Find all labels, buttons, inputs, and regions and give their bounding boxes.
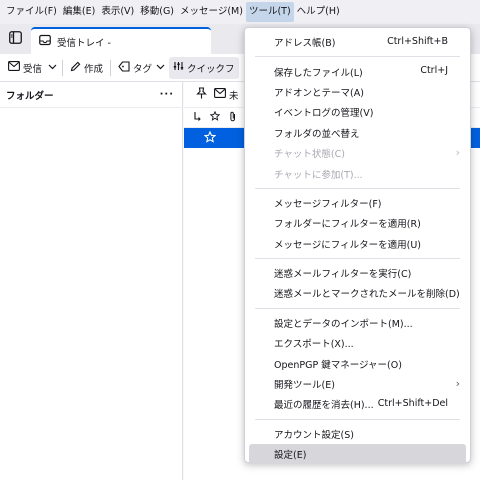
write-label: 作成 — [84, 63, 104, 75]
chevron-down-icon — [48, 62, 57, 73]
menu-item-label: 迷惑メールとマークされたメールを削除(D) — [274, 289, 460, 301]
menu-item-label: 最近の履歴を消去(H)... — [274, 400, 374, 412]
tag-label: タグ — [133, 63, 153, 75]
sidebar-icon — [8, 31, 22, 47]
tab-label: 受信トレイ - — [57, 37, 111, 49]
menu-item-message-filters[interactable]: メッセージフィルター(F) — [245, 193, 470, 213]
tag-icon — [118, 60, 130, 75]
menu-item-label: 設定とデータのインポート(M)... — [274, 318, 413, 330]
menu-item-join-chat[interactable]: チャットに参加(T)... — [245, 163, 470, 183]
chevron-right-icon: › — [455, 376, 460, 390]
menu-item-label: チャットに参加(T)... — [274, 169, 363, 181]
menu-item-chat-status[interactable]: チャット状態(C) › — [245, 143, 470, 163]
menu-item-label: フォルダーにフィルターを適用(R) — [274, 219, 421, 231]
menu-item-addons-themes[interactable]: アドオンとテーマ(A) — [245, 82, 470, 102]
unread-filter-label: 未 — [229, 90, 239, 102]
pencil-icon — [70, 61, 81, 75]
envelope-icon — [8, 61, 20, 74]
menu-item-label: OpenPGP 鍵マネージャー(O) — [274, 359, 402, 371]
menu-item-label: 保存したファイル(L) — [274, 67, 363, 79]
menu-item-run-junk-filter[interactable]: 迷惑メールフィルターを実行(C) — [245, 263, 470, 283]
folder-pane-menu-button[interactable]: ··· — [160, 89, 174, 100]
filter-sliders-icon — [173, 61, 184, 74]
menu-view[interactable]: 表示(V) — [98, 2, 137, 22]
menu-item-label: アドレス帳(B) — [274, 38, 336, 50]
toolbar-separator — [110, 59, 112, 76]
menu-separator — [255, 187, 460, 189]
unread-filter-button[interactable]: 未 — [212, 85, 241, 105]
menu-item-label: メッセージにフィルターを適用(U) — [274, 239, 421, 251]
toolbar-separator — [62, 59, 64, 76]
attachment-column-icon[interactable] — [224, 111, 242, 125]
menu-separator — [255, 257, 460, 259]
menu-item-shortcut: Ctrl+Shift+B — [387, 36, 448, 47]
folder-pane-title: フォルダー — [6, 90, 54, 102]
quick-filter-button[interactable]: クイックフ — [169, 56, 239, 79]
menu-item-activity-manager[interactable]: イベントログの管理(V) — [245, 102, 470, 122]
menu-item-label: アドオンとテーマ(A) — [274, 87, 364, 99]
spaces-toolbar-button[interactable] — [6, 30, 24, 48]
menu-item-label: フォルダの並べ替え — [274, 128, 360, 140]
menu-item-clear-history[interactable]: 最近の履歴を消去(H)... Ctrl+Shift+Del — [245, 394, 470, 414]
menu-item-saved-files[interactable]: 保存したファイル(L) Ctrl+J — [245, 61, 470, 81]
chevron-right-icon: › — [455, 145, 460, 159]
menu-item-address-book[interactable]: アドレス帳(B) Ctrl+Shift+B — [245, 32, 470, 52]
get-messages-button[interactable]: 受信 — [4, 57, 46, 79]
menu-file[interactable]: ファイル(F) — [3, 2, 60, 22]
tag-button[interactable]: タグ — [114, 57, 169, 79]
menu-item-account-settings[interactable]: アカウント設定(S) — [245, 424, 470, 444]
folder-pane: フォルダー ··· — [0, 82, 183, 480]
menu-item-label: イベントログの管理(V) — [274, 108, 374, 120]
menu-item-shortcut: Ctrl+J — [420, 65, 448, 77]
menu-tools[interactable]: ツール(T) — [245, 2, 294, 22]
menu-item-label: メッセージフィルター(F) — [274, 198, 382, 210]
menu-help[interactable]: ヘルプ(H) — [294, 2, 343, 22]
menu-item-folder-sort[interactable]: フォルダの並べ替え — [245, 123, 470, 143]
star-icon[interactable] — [203, 130, 217, 146]
menu-item-label: チャット状態(C) — [274, 149, 345, 161]
menu-edit[interactable]: 編集(E) — [60, 2, 98, 22]
menu-item-label: 開発ツール(E) — [274, 380, 335, 392]
menu-item-import[interactable]: 設定とデータのインポート(M)... — [245, 313, 470, 333]
menu-item-label: エクスポート(X)... — [274, 339, 354, 351]
pin-icon — [195, 87, 207, 102]
inbox-icon — [39, 34, 51, 49]
envelope-icon — [214, 88, 226, 101]
star-column-icon[interactable] — [206, 110, 224, 124]
write-button[interactable]: 作成 — [66, 57, 107, 79]
pin-button[interactable] — [190, 85, 212, 105]
folder-pane-header: フォルダー ··· — [0, 82, 182, 108]
tab-inbox[interactable]: 受信トレイ - — [31, 27, 211, 54]
menu-item-label: アカウント設定(S) — [274, 429, 354, 441]
menu-separator — [255, 56, 460, 58]
tools-menu-popup: アドレス帳(B) Ctrl+Shift+B 保存したファイル(L) Ctrl+J… — [244, 27, 471, 465]
menu-message[interactable]: メッセージ(M) — [177, 2, 246, 22]
menu-item-settings[interactable]: 設定(E) — [249, 444, 466, 465]
menu-item-label: 設定(E) — [274, 450, 307, 462]
menu-item-developer-tools[interactable]: 開発ツール(E) › — [245, 374, 470, 394]
get-messages-dropdown[interactable] — [46, 57, 59, 79]
menu-item-export[interactable]: エクスポート(X)... — [245, 333, 470, 353]
menu-item-label: 迷惑メールフィルターを実行(C) — [274, 269, 412, 281]
menu-bar: ファイル(F) 編集(E) 表示(V) 移動(G) メッセージ(M) ツール(T… — [0, 0, 480, 24]
menu-item-shortcut: Ctrl+Shift+Del — [377, 398, 448, 410]
menu-item-apply-filters-message[interactable]: メッセージにフィルターを適用(U) — [245, 234, 470, 254]
menu-separator — [255, 418, 460, 420]
menu-separator — [255, 307, 460, 309]
get-messages-label: 受信 — [23, 63, 43, 75]
menu-go[interactable]: 移動(G) — [137, 2, 177, 22]
chevron-down-icon — [156, 62, 165, 73]
quick-filter-label: クイックフ — [187, 63, 235, 75]
menu-item-apply-filters-folder[interactable]: フォルダーにフィルターを適用(R) — [245, 213, 470, 233]
menu-item-openpgp-key-manager[interactable]: OpenPGP 鍵マネージャー(O) — [245, 353, 470, 373]
thread-column-icon[interactable] — [188, 111, 206, 124]
menu-item-delete-junk[interactable]: 迷惑メールとマークされたメールを削除(D) — [245, 283, 470, 303]
